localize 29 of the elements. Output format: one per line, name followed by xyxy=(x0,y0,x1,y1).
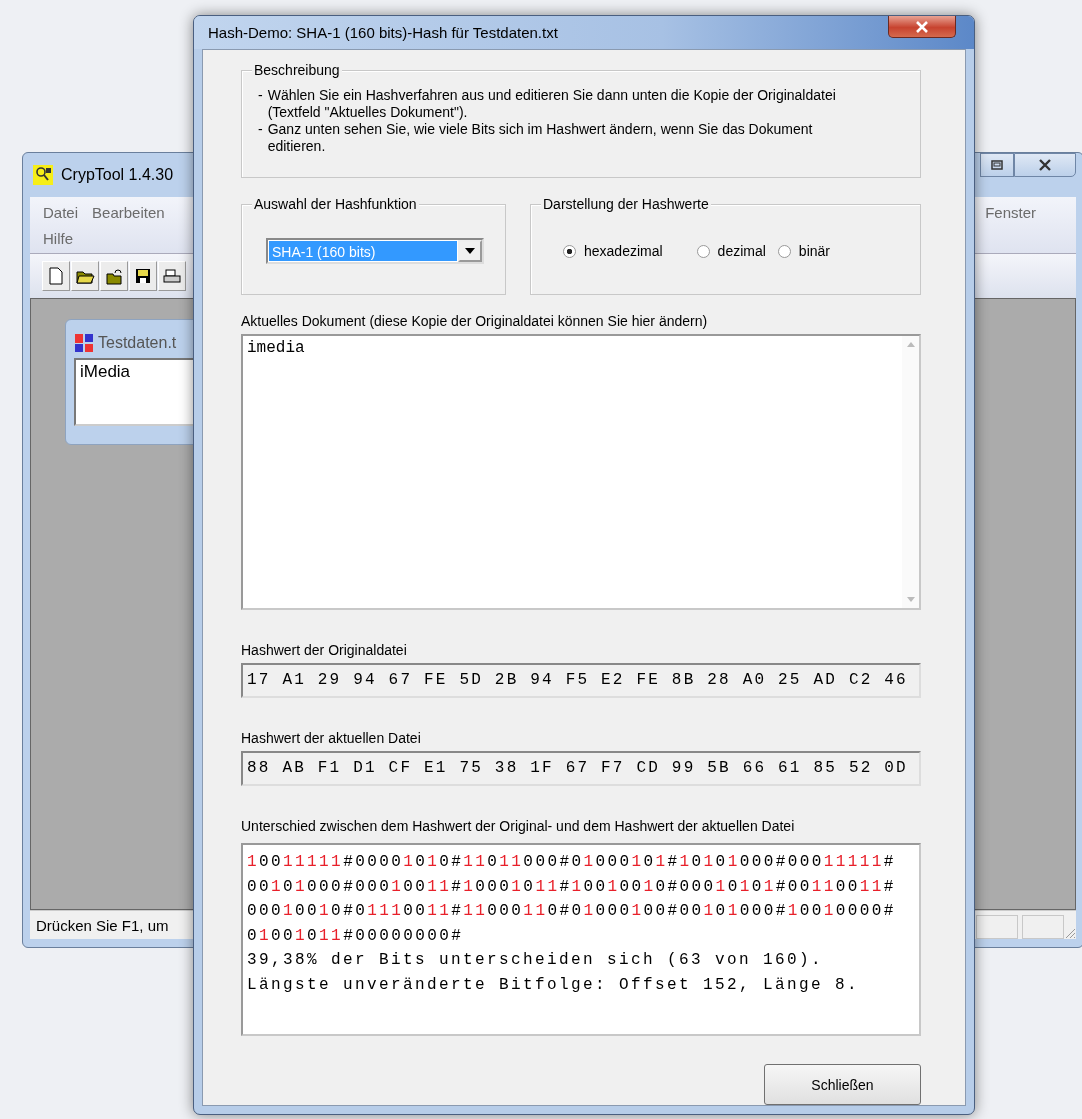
radio-option[interactable]: hexadezimal xyxy=(563,243,663,259)
radio-option[interactable]: dezimal xyxy=(696,243,766,259)
hash-value-field: 17 A1 29 94 67 FE 5D 2B 94 F5 E2 FE 8B 28 A0 25 AD C2 46 xyxy=(241,663,921,698)
menu-item[interactable]: Datei xyxy=(43,203,79,223)
result-text: 39,38% der Bits unterscheiden sich (63 von 160). xyxy=(247,950,825,971)
field-label: Aktuelles Dokument (diese Kopie der Originaldatei können Sie hier ändern) xyxy=(241,313,709,330)
close-button[interactable]: Schließen xyxy=(764,1064,921,1105)
bit-difference-line: 00101000#00010011#10001011#10010010#00010101#00110011# xyxy=(247,876,897,898)
group-label: Darstellung der Hashwerte xyxy=(541,196,711,213)
field-label: Unterschied zwischen dem Hashwert der Original- und dem Hashwert der aktuellen Datei xyxy=(241,818,796,835)
field-label: Hashwert der Originaldatei xyxy=(241,642,408,659)
group-label: Beschreibung xyxy=(252,62,342,79)
window-title: Hash-Demo: SHA-1 (160 bits)-Hash für Testdaten.txt xyxy=(208,24,558,41)
radio-option[interactable]: binär xyxy=(777,243,830,259)
window-title: Testdaten.t xyxy=(98,334,177,352)
bullet-mark: - xyxy=(258,121,263,139)
status-text: Drücken Sie F1, um xyxy=(36,916,169,934)
window-title: CrypTool 1.4.30 xyxy=(61,166,174,184)
menu-item[interactable]: Hilfe xyxy=(43,229,73,249)
field-label: Hashwert der aktuellen Datei xyxy=(241,730,422,747)
description-text: Ganz unten sehen Sie, wie viele Bits sich im Hashwert ändern, wenn Sie das Dokument editieren. xyxy=(267,121,814,155)
description-text: Wählen Sie ein Hashverfahren aus und editieren Sie dann unten die Kopie der Originaldatei (Textfeld "Aktuelles Dokument"). xyxy=(267,87,837,121)
result-text: Längste unveränderte Bitfolge: Offset 152, Länge 8. xyxy=(247,974,861,996)
document-text-field[interactable]: imedia xyxy=(241,334,921,610)
bit-difference-line: 01001011#00000000# xyxy=(247,925,465,947)
bullet-mark: - xyxy=(258,87,263,105)
menu-item[interactable]: Bearbeiten xyxy=(92,203,165,223)
hash-value-field: 88 AB F1 D1 CF E1 75 38 1F 67 F7 CD 99 5B 66 61 85 52 0D xyxy=(241,751,921,786)
menu-item[interactable]: Fenster xyxy=(985,204,1036,221)
